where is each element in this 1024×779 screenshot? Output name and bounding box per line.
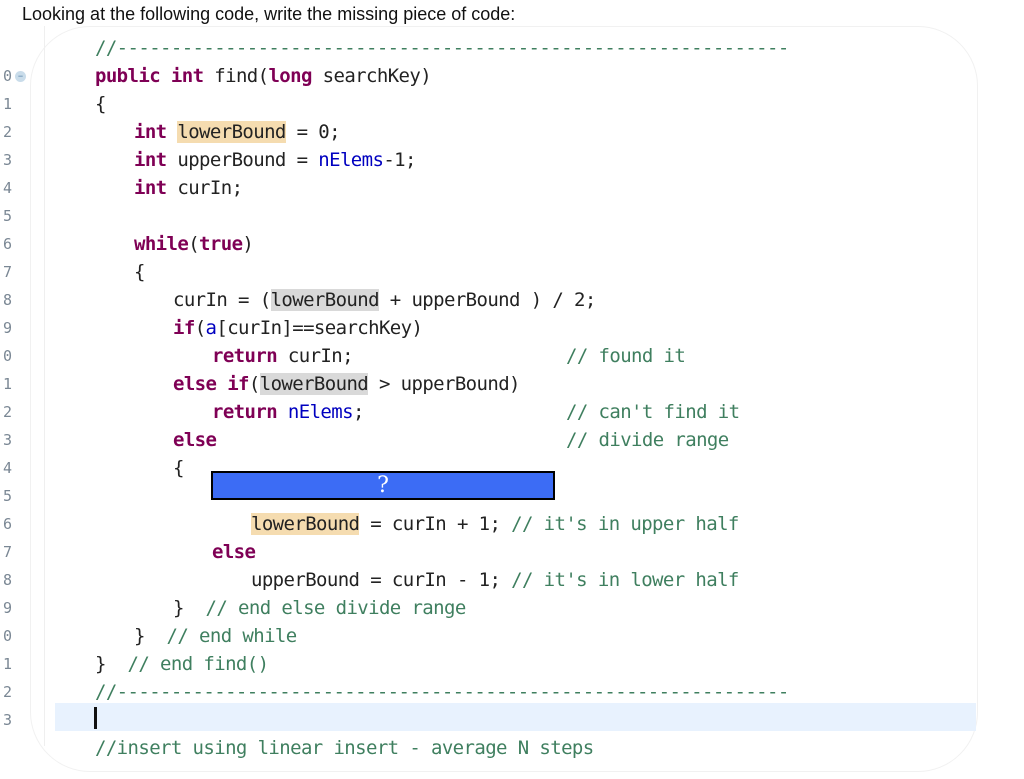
- code-line[interactable]: if(a[curIn]==searchKey): [0, 314, 1024, 342]
- code-line[interactable]: //--------------------------------------…: [0, 678, 1024, 706]
- open-brace: {: [173, 457, 184, 479]
- current-line-highlight: [55, 703, 976, 731]
- code-line[interactable]: else: [0, 538, 1024, 566]
- open-brace: {: [134, 261, 145, 283]
- fold-collapse-icon[interactable]: −: [15, 71, 26, 82]
- statement: lowerBound = curIn + 1; // it's in upper…: [251, 513, 739, 535]
- line-number: 5: [2, 487, 12, 505]
- occurrence-highlight: lowerBound: [251, 513, 360, 535]
- method-signature: public int find(long searchKey): [95, 65, 432, 87]
- code-line[interactable]: //insert using linear insert - average N…: [0, 734, 1024, 762]
- code-line[interactable]: lowerBound = curIn + 1; // it's in upper…: [0, 510, 1024, 538]
- code-line[interactable]: upperBound = curIn - 1; // it's in lower…: [0, 566, 1024, 594]
- statement: int lowerBound = 0;: [134, 121, 341, 143]
- statement: return nElems;: [212, 401, 364, 423]
- line-number: 5: [2, 207, 12, 225]
- statement: int upperBound = nElems-1;: [134, 149, 416, 171]
- code-line[interactable]: − public int find(long searchKey): [0, 62, 1024, 90]
- statement: else: [212, 541, 256, 563]
- code-line[interactable]: } // end while: [0, 622, 1024, 650]
- occurrence-highlight: lowerBound: [177, 121, 286, 143]
- statement: upperBound = curIn - 1; // it's in lower…: [251, 569, 739, 591]
- open-brace: {: [95, 93, 106, 115]
- code-line[interactable]: //--------------------------------------…: [0, 34, 1024, 62]
- separator-comment: //--------------------------------------…: [95, 37, 789, 59]
- statement: else: [173, 429, 217, 451]
- code-line[interactable]: return nElems; // can't find it: [0, 398, 1024, 426]
- comment: // found it: [566, 345, 686, 367]
- code-line[interactable]: int curIn;: [0, 174, 1024, 202]
- code-line[interactable]: return curIn; // found it: [0, 342, 1024, 370]
- occurrence-highlight: lowerBound: [270, 289, 380, 311]
- statement: } // end else divide range: [173, 597, 466, 619]
- text-caret: [94, 707, 97, 729]
- code-line[interactable]: else if(lowerBound > upperBound): [0, 370, 1024, 398]
- statement: if(a[curIn]==searchKey): [173, 317, 423, 339]
- statement: return curIn;: [212, 345, 354, 367]
- code-line[interactable]: } // end else divide range: [0, 594, 1024, 622]
- comment: //insert using linear insert - average N…: [95, 737, 594, 759]
- comment: // divide range: [566, 429, 729, 451]
- code-line[interactable]: {: [0, 90, 1024, 118]
- occurrence-highlight: lowerBound: [259, 373, 369, 395]
- question-prompt: Looking at the following code, write the…: [22, 4, 516, 24]
- statement: } // end while: [134, 625, 297, 647]
- missing-code-placeholder: ?: [211, 471, 555, 500]
- separator-comment: //--------------------------------------…: [95, 681, 789, 703]
- statement: while(true): [134, 233, 254, 255]
- code-line[interactable]: int lowerBound = 0;: [0, 118, 1024, 146]
- code-line[interactable]: } // end find(): [0, 650, 1024, 678]
- code-line[interactable]: int upperBound = nElems-1;: [0, 146, 1024, 174]
- statement: curIn = (lowerBound + upperBound ) / 2;: [173, 289, 596, 311]
- code-line[interactable]: while(true): [0, 230, 1024, 258]
- code-line[interactable]: curIn = (lowerBound + upperBound ) / 2;: [0, 286, 1024, 314]
- statement: } // end find(): [95, 653, 269, 675]
- statement: else if(lowerBound > upperBound): [173, 373, 520, 395]
- comment: // can't find it: [566, 401, 740, 423]
- statement: int curIn;: [134, 177, 243, 199]
- line-number: 3: [2, 711, 12, 729]
- code-line[interactable]: {: [0, 258, 1024, 286]
- code-line[interactable]: else // divide range: [0, 426, 1024, 454]
